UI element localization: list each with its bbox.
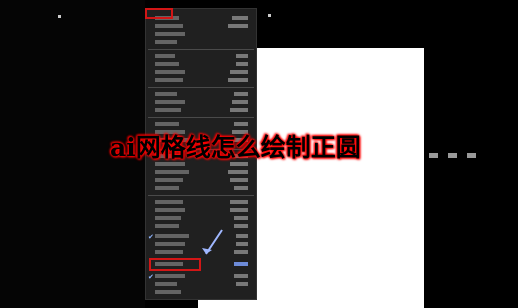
menu-separator [148,87,254,88]
minimize-icon[interactable] [429,153,438,158]
menu-item[interactable] [146,69,256,77]
menu-item[interactable] [146,207,256,215]
right-dark-strip [424,48,518,308]
menu-item[interactable] [146,61,256,69]
menu-item[interactable] [146,177,256,185]
menu-item[interactable] [146,23,256,31]
menu-item[interactable] [146,215,256,223]
menu-item[interactable] [146,39,256,47]
menu-item[interactable] [146,99,256,107]
menu-item[interactable] [146,199,256,207]
menu-item[interactable] [146,185,256,193]
menu-separator [148,117,254,118]
menu-separator [148,195,254,196]
menu-item[interactable] [146,31,256,39]
restore-icon[interactable] [448,153,457,158]
menu-item[interactable] [146,107,256,115]
overlay-title: ai网格线怎么绘制正圆 [110,133,361,162]
corner-mark [58,15,61,18]
menu-separator [148,49,254,50]
arrow-icon [202,229,223,255]
menu-item[interactable] [146,91,256,99]
check-icon: ✔ [148,273,154,281]
menu-item[interactable] [146,169,256,177]
highlight-box [149,258,201,271]
check-icon: ✔ [148,233,154,241]
menu-item-checked[interactable]: ✔ [146,273,256,281]
menu-item[interactable] [146,53,256,61]
menu-title-highlight [145,8,173,19]
menu-item[interactable] [146,281,256,289]
menu-item[interactable] [146,289,256,297]
menu-item[interactable] [146,77,256,85]
window-controls [429,153,476,158]
close-icon[interactable] [467,153,476,158]
corner-mark [268,14,271,17]
